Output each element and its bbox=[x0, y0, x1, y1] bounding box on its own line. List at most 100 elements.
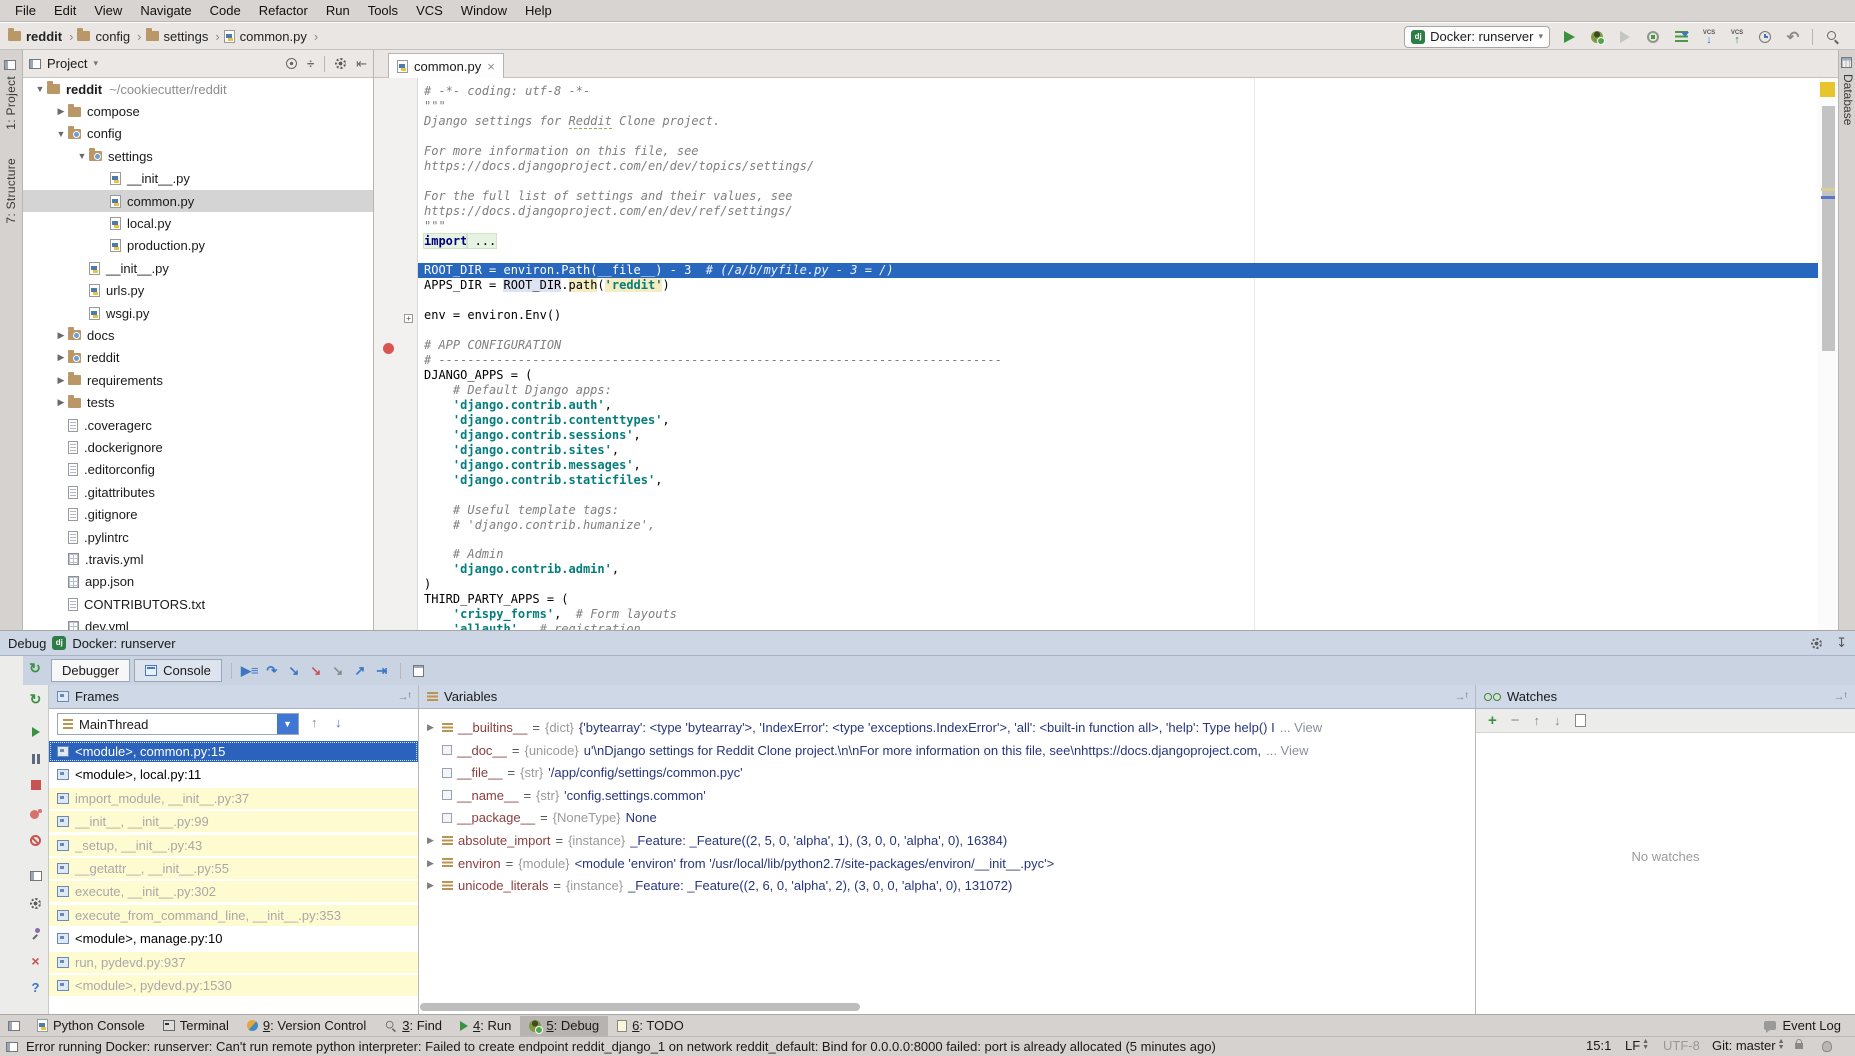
menu-code[interactable]: Code bbox=[201, 1, 250, 20]
search-everywhere-button[interactable] bbox=[1823, 28, 1841, 46]
pin-button[interactable] bbox=[25, 922, 46, 943]
view-link[interactable]: ... View bbox=[1266, 743, 1308, 758]
chevron-collapsed-icon[interactable]: ▶ bbox=[54, 330, 68, 341]
chevron-down-icon[interactable]: ▼ bbox=[277, 714, 298, 734]
tree-item-urls-py[interactable]: urls.py bbox=[23, 280, 373, 302]
vcs-commit-button[interactable]: VCS↑ bbox=[1728, 28, 1746, 46]
expand-icon[interactable]: ▶ bbox=[427, 722, 437, 733]
tree-item--gitignore[interactable]: .gitignore bbox=[23, 503, 373, 525]
run-button[interactable] bbox=[1560, 28, 1578, 46]
frame-row[interactable]: __init__, __init__.py:99 bbox=[49, 811, 418, 832]
variable-row-environ[interactable]: ▶environ = {module}<module 'environ' fro… bbox=[419, 853, 1475, 874]
tool-tab-find[interactable]: 3: Find bbox=[375, 1016, 451, 1036]
tree-item-tests[interactable]: ▶tests bbox=[23, 391, 373, 413]
variable-row-__doc__[interactable]: __doc__ = {unicode}u'\nDjango settings f… bbox=[419, 740, 1475, 761]
menu-navigate[interactable]: Navigate bbox=[131, 1, 200, 20]
tool-tab-version-control[interactable]: 9: Version Control bbox=[238, 1016, 375, 1036]
fold-expand-icon[interactable]: + bbox=[404, 314, 413, 323]
thread-selector[interactable]: MainThread ▼ bbox=[57, 713, 299, 735]
locate-icon[interactable] bbox=[286, 58, 297, 69]
tree-item-settings[interactable]: ▼settings bbox=[23, 145, 373, 167]
expand-icon[interactable]: ▶ bbox=[427, 835, 437, 846]
encoding-indicator[interactable]: UTF-8 bbox=[1663, 1038, 1700, 1053]
frame-row[interactable]: _setup, __init__.py:43 bbox=[49, 835, 418, 856]
show-execution-point-button[interactable]: ▶≡ bbox=[241, 662, 259, 680]
frame-up-icon[interactable]: ↑ bbox=[311, 715, 318, 730]
variable-row-__builtins__[interactable]: ▶__builtins__ = {dict}{'bytearray': <typ… bbox=[419, 717, 1475, 738]
step-into-button[interactable]: ↘ bbox=[285, 662, 303, 680]
tree-item--pylintrc[interactable]: .pylintrc bbox=[23, 526, 373, 548]
tab-debugger[interactable]: Debugger bbox=[51, 659, 130, 682]
tool-stripe-database[interactable]: Database bbox=[1841, 74, 1855, 125]
profiler-button[interactable] bbox=[1644, 28, 1662, 46]
settings-button[interactable] bbox=[25, 893, 46, 914]
error-stripe-mark[interactable] bbox=[1821, 188, 1835, 191]
menu-help[interactable]: Help bbox=[516, 1, 561, 20]
tree-item-wsgi-py[interactable]: wsgi.py bbox=[23, 302, 373, 324]
add-watch-icon[interactable]: + bbox=[1488, 712, 1497, 729]
chevron-expanded-icon[interactable]: ▼ bbox=[54, 129, 68, 139]
undo-button[interactable]: ↶ bbox=[1784, 28, 1802, 46]
remove-watch-icon[interactable]: − bbox=[1511, 712, 1520, 729]
variable-row-__file__[interactable]: __file__ = {str}'/app/config/settings/co… bbox=[419, 762, 1475, 783]
vcs-update-button[interactable]: VCS↓ bbox=[1700, 28, 1718, 46]
help-button[interactable]: ? bbox=[25, 977, 46, 998]
menu-refactor[interactable]: Refactor bbox=[250, 1, 317, 20]
tree-item-reddit[interactable]: ▶reddit bbox=[23, 347, 373, 369]
tool-tab-todo[interactable]: 6: TODO bbox=[608, 1016, 693, 1036]
pin-tab-icon[interactable]: →ᵗ bbox=[1455, 691, 1468, 703]
error-stripe-mark[interactable] bbox=[1821, 196, 1835, 199]
hide-icon[interactable]: ⇤ bbox=[356, 56, 367, 72]
move-up-icon[interactable]: ↑ bbox=[1534, 713, 1541, 728]
breadcrumb-item-settings[interactable]: settings bbox=[146, 29, 209, 44]
duplicate-icon[interactable] bbox=[1575, 714, 1586, 727]
tree-item-app-json[interactable]: app.json bbox=[23, 571, 373, 593]
event-log-button[interactable]: Event Log bbox=[1764, 1014, 1841, 1036]
toolwindow-switcher-icon[interactable] bbox=[8, 1021, 20, 1031]
step-out-button[interactable]: ↗ bbox=[351, 662, 369, 680]
hide-icon[interactable]: ↧ bbox=[1836, 635, 1847, 651]
tree-item-CONTRIBUTORS-txt[interactable]: CONTRIBUTORS.txt bbox=[23, 593, 373, 615]
variable-row-__name__[interactable]: __name__ = {str}'config.settings.common' bbox=[419, 785, 1475, 806]
run-to-cursor-button[interactable]: ⇥ bbox=[373, 662, 391, 680]
tree-item-dev-yml[interactable]: dev.yml bbox=[23, 615, 373, 630]
chevron-down-icon[interactable]: ▾ bbox=[93, 58, 98, 69]
breadcrumb-item-reddit[interactable]: reddit bbox=[8, 29, 62, 44]
tree-item-compose[interactable]: ▶compose bbox=[23, 100, 373, 122]
tree-item-__init__-py[interactable]: __init__.py bbox=[23, 257, 373, 279]
tab-console[interactable]: Console bbox=[134, 659, 222, 682]
restore-layout-button[interactable] bbox=[25, 865, 46, 886]
step-over-button[interactable]: ↷ bbox=[263, 662, 281, 680]
chevron-expanded-icon[interactable]: ▼ bbox=[33, 84, 47, 94]
frame-row[interactable]: <module>, pydevd.py:1530 bbox=[49, 975, 418, 996]
error-stripe-mark[interactable] bbox=[1820, 82, 1835, 97]
rerun-button[interactable]: ↻ bbox=[26, 659, 44, 677]
tree-item--travis-yml[interactable]: .travis.yml bbox=[23, 548, 373, 570]
coverage-button[interactable] bbox=[1616, 28, 1634, 46]
expand-icon[interactable]: ▶ bbox=[427, 880, 437, 891]
chevron-expanded-icon[interactable]: ▼ bbox=[75, 151, 89, 161]
frame-row[interactable]: run, pydevd.py:937 bbox=[49, 952, 418, 973]
menu-file[interactable]: File bbox=[6, 1, 45, 20]
mute-breakpoints-button[interactable] bbox=[25, 830, 46, 851]
history-button[interactable] bbox=[1756, 28, 1774, 46]
rerun-button[interactable]: ↻ bbox=[25, 689, 46, 710]
tree-item-config[interactable]: ▼config bbox=[23, 123, 373, 145]
pin-tab-icon[interactable]: →ᵗ bbox=[1834, 691, 1847, 703]
panel-divider[interactable] bbox=[1475, 685, 1476, 1015]
chevron-collapsed-icon[interactable]: ▶ bbox=[54, 352, 68, 363]
tree-item--gitattributes[interactable]: .gitattributes bbox=[23, 481, 373, 503]
status-grid-icon[interactable] bbox=[6, 1042, 18, 1052]
tool-stripe-structure[interactable]: 7: Structure bbox=[4, 158, 18, 224]
tree-item-common-py[interactable]: common.py bbox=[23, 190, 373, 212]
tree-item--editorconfig[interactable]: .editorconfig bbox=[23, 459, 373, 481]
menu-view[interactable]: View bbox=[85, 1, 131, 20]
expand-icon[interactable]: ▶ bbox=[427, 858, 437, 869]
pin-tab-icon[interactable]: →ᵗ bbox=[398, 691, 411, 703]
frame-row[interactable]: <module>, manage.py:10 bbox=[49, 928, 418, 949]
frame-down-icon[interactable]: ↓ bbox=[335, 715, 342, 730]
menu-vcs[interactable]: VCS bbox=[407, 1, 452, 20]
tool-tab-run[interactable]: 4: Run bbox=[451, 1016, 520, 1036]
variable-row-absolute_import[interactable]: ▶absolute_import = {instance}_Feature: _… bbox=[419, 830, 1475, 851]
chevron-collapsed-icon[interactable]: ▶ bbox=[54, 375, 68, 386]
